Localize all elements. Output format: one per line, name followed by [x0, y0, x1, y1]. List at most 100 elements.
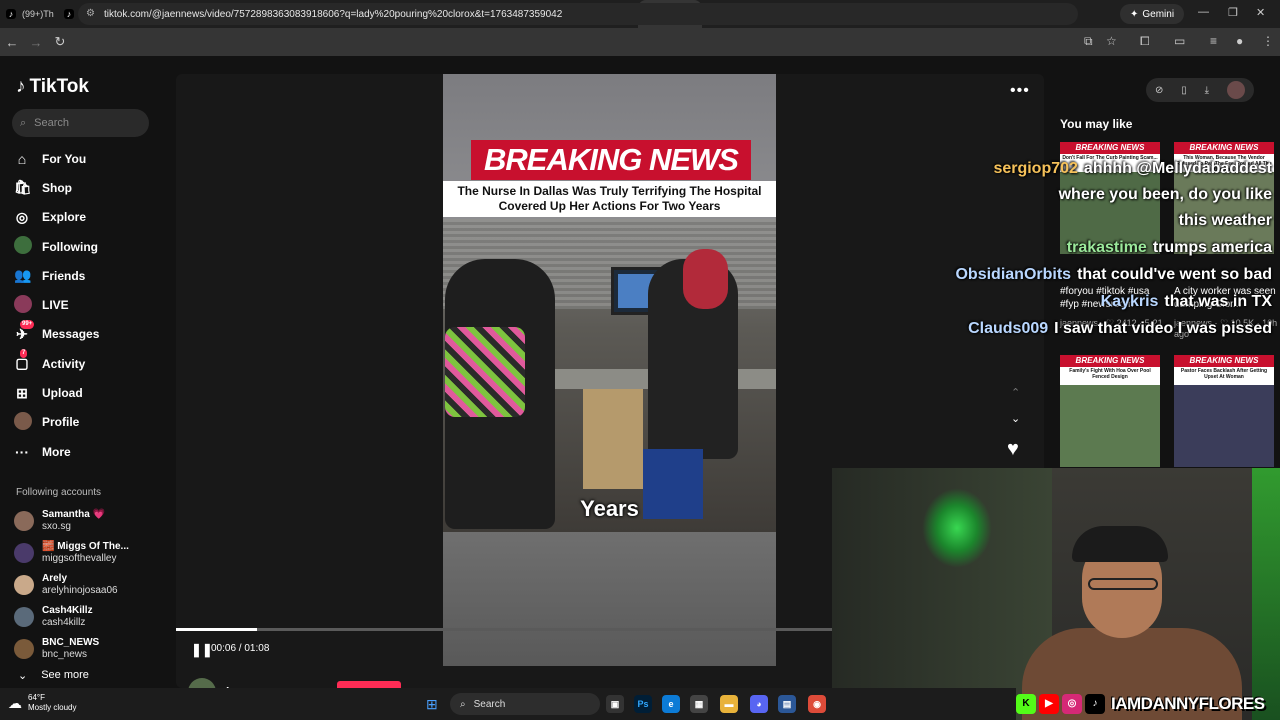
- more-options-icon[interactable]: •••: [1010, 82, 1030, 100]
- task-view-icon[interactable]: ▣: [606, 695, 624, 713]
- bookmark-star-icon[interactable]: ☆: [1106, 34, 1117, 48]
- notification-badge: 7: [20, 349, 28, 359]
- sidebar-item-activity[interactable]: ▢ 7 Activity: [14, 349, 174, 378]
- minimize-icon[interactable]: —: [1198, 6, 1209, 18]
- browser-tab[interactable]: ♪ (99+)Th: [0, 0, 58, 28]
- file-explorer-icon[interactable]: ▬: [720, 695, 738, 713]
- following-accounts-title: Following accounts: [16, 487, 102, 498]
- account-name: Arely: [42, 573, 68, 584]
- sidebar-item-upload[interactable]: ⊞ Upload: [14, 378, 174, 407]
- discord-icon[interactable]: ◕: [750, 695, 768, 713]
- sidebar-item-live[interactable]: LIVE: [14, 290, 174, 319]
- sidebar-item-profile[interactable]: Profile: [14, 408, 174, 437]
- weather-widget[interactable]: ☁ 64°F Mostly cloudy: [8, 693, 76, 713]
- sidebar-item-label: Shop: [42, 180, 72, 195]
- user-avatar[interactable]: [1227, 81, 1245, 99]
- avatar: [14, 511, 34, 531]
- device-icon[interactable]: ▯: [1181, 85, 1187, 96]
- video-tools: ⊘ ▯ ⤓: [1146, 78, 1254, 102]
- account-name: BNC_NEWS: [42, 637, 100, 648]
- see-more-button[interactable]: ⌄ See more: [18, 669, 89, 682]
- link-icon[interactable]: ⊘: [1155, 85, 1163, 96]
- following-account[interactable]: Arely arelyhinojosaa06: [14, 569, 164, 601]
- kick-icon: K: [1016, 694, 1036, 714]
- account-text: Samantha 💗 sxo.sg: [42, 509, 105, 533]
- menu-icon[interactable]: ⋮: [1262, 34, 1274, 48]
- windows-taskbar: ☁ 64°F Mostly cloudy ⊞ ⌕ Search ▣ Ps e ▦ ▬…: [0, 688, 1016, 720]
- like-heart-icon[interactable]: ♥: [1007, 438, 1019, 461]
- download-icon[interactable]: ⤓: [1205, 85, 1209, 96]
- profile-avatar: [14, 411, 32, 433]
- sidebar-item-label: Friends: [42, 268, 86, 283]
- edge-icon[interactable]: e: [662, 695, 680, 713]
- sidebar-item-more[interactable]: ··· More: [14, 437, 174, 466]
- video-frame[interactable]: BREAKING NEWS The Nurse In Dallas Was Tr…: [443, 74, 776, 666]
- previous-video-icon[interactable]: ⌃: [1011, 386, 1020, 399]
- following-account[interactable]: BNC_NEWS bnc_news: [14, 633, 164, 665]
- sidebar-item-shop[interactable]: 🛍 Shop: [14, 173, 174, 202]
- video-bottom-area: [443, 532, 776, 666]
- app-icon[interactable]: ▤: [778, 695, 796, 713]
- sidebar-item-following[interactable]: Following: [14, 232, 174, 261]
- next-video-icon[interactable]: ⌄: [1011, 412, 1020, 425]
- sidepanel-icon[interactable]: ▭: [1174, 34, 1185, 48]
- suggested-video-thumb[interactable]: BREAKING NEWS Pastor Faces Backlash After…: [1174, 355, 1274, 467]
- streamer-cap: [1072, 526, 1168, 562]
- taskbar-search-label: Search: [473, 698, 506, 710]
- video-progress-bar[interactable]: [176, 628, 832, 631]
- pause-icon[interactable]: ❚❚: [191, 642, 213, 658]
- sidebar-item-label: Upload: [42, 386, 83, 401]
- chat-username: trakastime: [1066, 239, 1147, 256]
- install-icon[interactable]: ⧉: [1084, 34, 1093, 49]
- following-account[interactable]: Cash4Killz cash4killz: [14, 601, 164, 633]
- weather-desc: Mostly cloudy: [28, 703, 77, 712]
- tiktok-icon: ♪: [6, 9, 16, 19]
- avatar: [14, 543, 34, 563]
- sidebar-item-explore[interactable]: ◎ Explore: [14, 203, 174, 232]
- messages-icon: ✈ 99+: [16, 319, 35, 342]
- chrome-icon[interactable]: ◉: [808, 695, 826, 713]
- thumb-banner: BREAKING NEWS: [1174, 142, 1274, 154]
- reload-icon[interactable]: ↻: [48, 34, 72, 50]
- tab-title: (99+)Th: [22, 9, 54, 19]
- site-info-icon[interactable]: ⚙: [86, 8, 95, 19]
- account-handle: miggsofthevalley: [42, 553, 117, 564]
- url-input[interactable]: ⚙ tiktok.com/@jaennews/video/75728983630…: [78, 3, 1078, 25]
- sidebar-item-label: Activity: [42, 356, 86, 371]
- taskbar-search[interactable]: ⌕ Search: [450, 693, 600, 715]
- notification-badge: 99+: [20, 319, 35, 329]
- thumb-headline: Family's Fight With Hoa Over Pool Fenced…: [1060, 367, 1160, 385]
- thumb-image: [1060, 385, 1160, 467]
- restore-icon[interactable]: ❐: [1228, 6, 1238, 19]
- tiktok-logo[interactable]: ♪ TikTok: [16, 76, 89, 98]
- gemini-button[interactable]: ✦ Gemini: [1120, 4, 1185, 24]
- chat-message: sergiop702 ahhhh @Mellydabaddest: [993, 160, 1272, 178]
- search-input[interactable]: ⌕ Search: [12, 109, 149, 137]
- sidebar-item-friends[interactable]: 👥 Friends: [14, 261, 174, 290]
- close-window-icon[interactable]: ✕: [1256, 6, 1265, 19]
- forward-icon[interactable]: →: [24, 35, 48, 50]
- chat-message: where you been, do you like: [1059, 186, 1272, 204]
- media-icon[interactable]: ≡: [1210, 34, 1217, 48]
- photoshop-icon[interactable]: Ps: [634, 695, 652, 713]
- suggested-video-thumb[interactable]: BREAKING NEWS Family's Fight With Hoa Ove…: [1060, 355, 1160, 467]
- following-account[interactable]: Samantha 💗 sxo.sg: [14, 505, 164, 537]
- back-icon[interactable]: ←: [0, 35, 24, 50]
- extensions-icon[interactable]: ⧠: [1140, 34, 1150, 49]
- windows-start-icon[interactable]: ⊞: [426, 696, 438, 713]
- following-account[interactable]: 🧱 Miggs Of The... miggsofthevalley: [14, 537, 164, 569]
- live-avatar: [14, 294, 32, 316]
- store-icon[interactable]: ▦: [690, 695, 708, 713]
- home-icon: ⌂: [17, 150, 27, 167]
- chat-message: trakastime trumps america: [1067, 239, 1272, 257]
- chat-username: Kaykris: [1100, 293, 1159, 310]
- sidebar-item-messages[interactable]: ✈ 99+ Messages: [14, 319, 174, 349]
- instagram-icon: ◎: [1062, 694, 1082, 714]
- account-name: 🧱 Miggs Of The...: [42, 541, 129, 552]
- sidebar-item-for-you[interactable]: ⌂ For You: [14, 144, 174, 173]
- account-text: 🧱 Miggs Of The... miggsofthevalley: [42, 541, 129, 565]
- profile-icon[interactable]: ●: [1236, 34, 1243, 48]
- avatar: [14, 639, 34, 659]
- account-text: Arely arelyhinojosaa06: [42, 573, 118, 597]
- social-handle-overlay: K ▶ ◎ ♪ IAMDANNYFLORES: [1016, 692, 1265, 716]
